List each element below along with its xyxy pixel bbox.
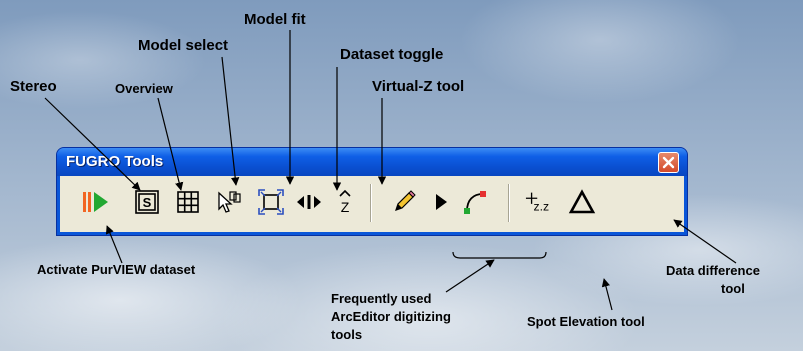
arrow-spot-elevation [601, 278, 613, 311]
overview-grid-icon [177, 191, 199, 213]
close-icon [662, 156, 675, 169]
stereo-button[interactable]: S [131, 186, 163, 218]
activate-play-icon [83, 192, 108, 212]
label-frequent-line2: ArcEditor digitizing [331, 309, 451, 324]
spot-elevation-text: z.z [533, 199, 549, 213]
window-title: FUGRO Tools [66, 153, 164, 170]
label-data-difference-line1: Data difference [666, 263, 760, 278]
edit-curve-button[interactable] [459, 186, 491, 218]
stereo-letter: S [143, 195, 152, 210]
label-frequent-line1: Frequently used [331, 291, 432, 306]
title-bar[interactable]: FUGRO Tools [57, 148, 687, 176]
label-model-fit: Model fit [244, 11, 306, 28]
stereo-icon: S [135, 190, 159, 214]
label-model-select: Model select [138, 37, 229, 54]
arrow-frequent-tools [445, 259, 495, 293]
label-dataset-toggle: Dataset toggle [340, 46, 444, 63]
data-difference-button[interactable] [566, 186, 598, 218]
activate-purview-button[interactable] [80, 186, 112, 218]
virtual-z-button[interactable]: Z [329, 186, 361, 218]
model-fit-icon [258, 189, 284, 215]
overview-button[interactable] [172, 186, 204, 218]
toolbar-separator-1 [370, 184, 371, 222]
edit-arrow-button[interactable] [425, 186, 457, 218]
pencil-icon [395, 190, 416, 211]
spot-elevation-icon: z.z [525, 192, 549, 213]
toolbar: S Z z.z [60, 176, 684, 232]
label-frequent-line3: tools [331, 327, 363, 342]
virtual-z-icon: Z [339, 189, 351, 215]
spot-elevation-button[interactable]: z.z [525, 186, 557, 218]
model-fit-button[interactable] [255, 186, 287, 218]
virtual-z-letter: Z [341, 199, 350, 215]
fugro-tools-window: FUGRO Tools S Z z.z [57, 148, 687, 235]
label-activate-purview: Activate PurVIEW dataset [37, 262, 196, 277]
dataset-toggle-button[interactable] [293, 186, 325, 218]
label-virtual-z: Virtual-Z tool [372, 78, 465, 95]
model-select-cursor-icon [218, 191, 241, 213]
close-button[interactable] [658, 152, 679, 173]
edit-pencil-button[interactable] [388, 186, 420, 218]
delta-icon [568, 189, 596, 214]
label-overview: Overview [115, 81, 173, 96]
label-stereo: Stereo [10, 78, 57, 95]
edit-arrow-icon [436, 194, 447, 210]
label-data-difference-line2: tool [721, 281, 745, 296]
toolbar-separator-2 [508, 184, 509, 222]
curve-tool-icon [464, 191, 486, 214]
model-select-button[interactable] [213, 186, 245, 218]
bracket-digitizing-tools [452, 251, 547, 259]
dataset-toggle-icon [297, 195, 321, 209]
label-spot-elevation: Spot Elevation tool [527, 314, 645, 329]
